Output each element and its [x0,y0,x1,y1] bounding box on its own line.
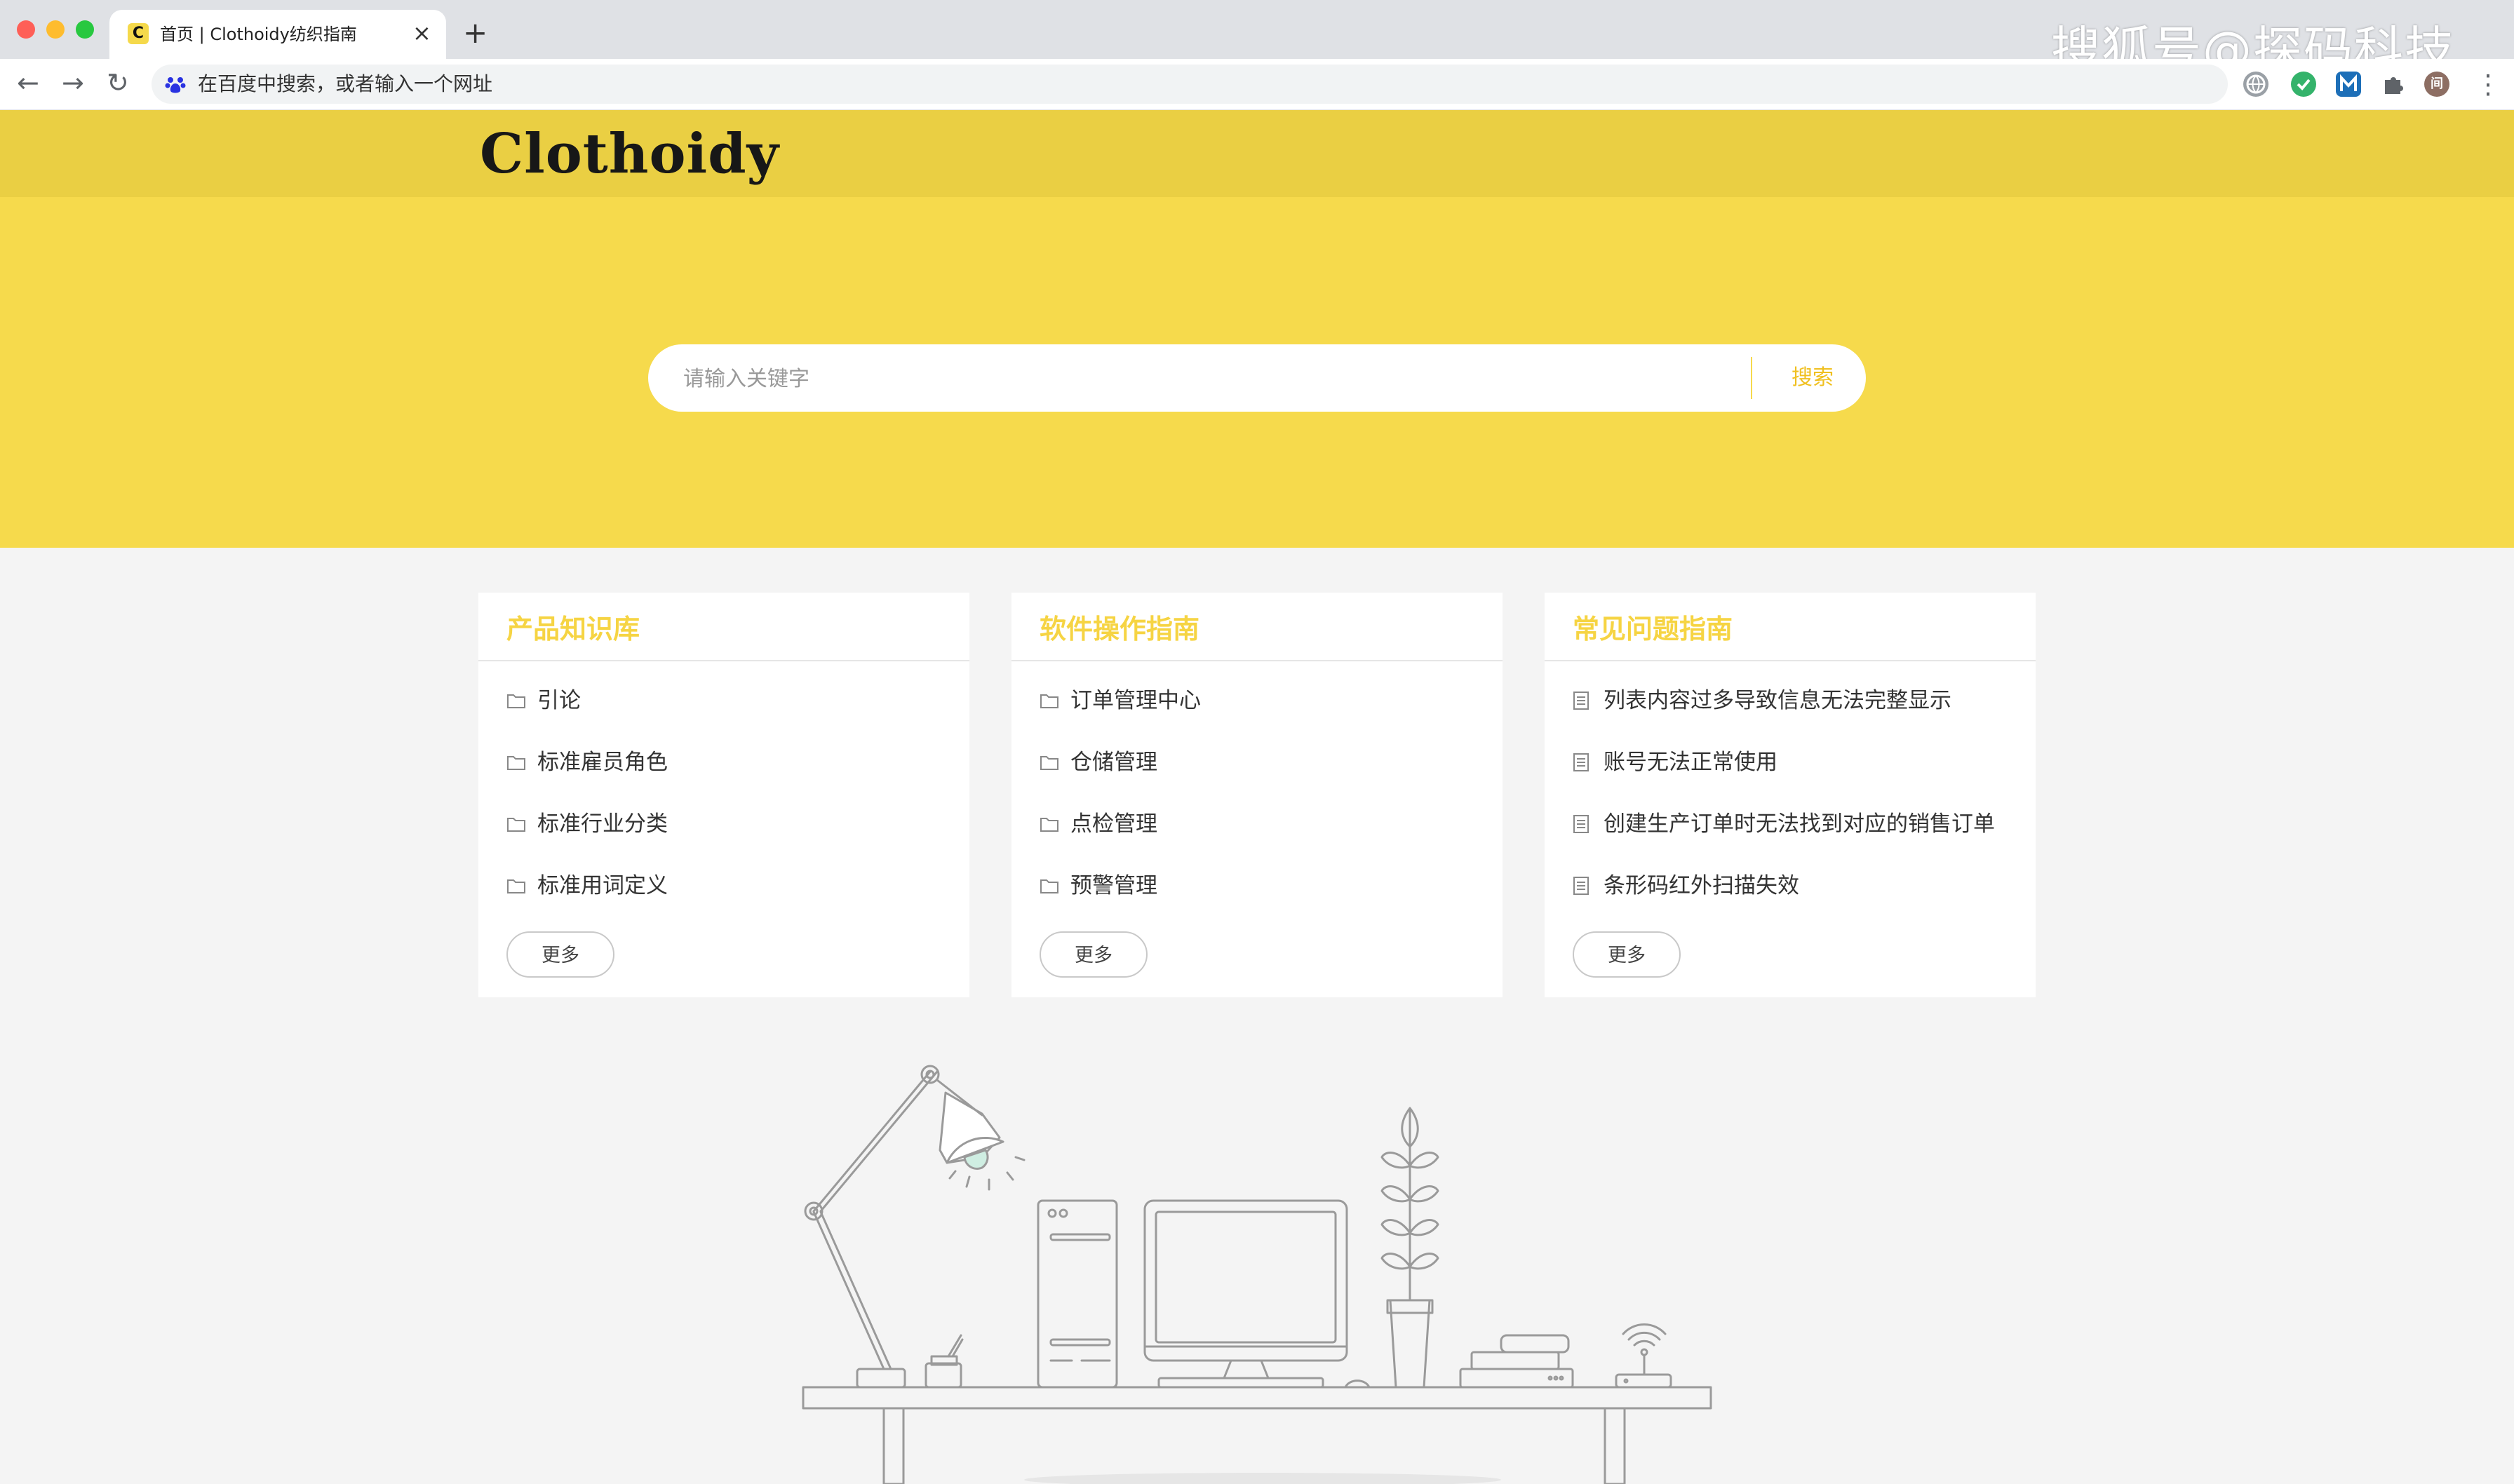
tab-close-icon[interactable]: × [412,20,431,46]
list-item-label: 点检管理 [1070,811,1157,837]
plant-icon [1380,1107,1439,1389]
list-item-label: 仓储管理 [1070,750,1157,775]
list-item[interactable]: 标准行业分类 [506,806,668,868]
wifi-router-icon [1615,1323,1672,1389]
document-icon [1573,806,1604,842]
folder-icon [506,806,537,842]
m-extension-icon[interactable] [2336,72,2361,97]
list-item[interactable]: 引论 [506,682,668,744]
list-item-label: 标准行业分类 [537,811,668,837]
search-divider [1751,357,1752,399]
card-software-guide: 软件操作指南 订单管理中心 仓储管理 点检管理 预警管理 更多 [1011,593,1503,997]
list-item[interactable]: 条形码红外扫描失效 [1573,868,1995,929]
list-item[interactable]: 订单管理中心 [1040,682,1201,744]
avatar[interactable]: 间 [2424,72,2449,97]
list-item[interactable]: 列表内容过多导致信息无法完整显示 [1573,682,1995,744]
globe-icon[interactable] [2243,72,2268,97]
pen-holder-icon [925,1334,964,1389]
browser-tab-strip: C 首页 | Clothoidy纺织指南 × + 搜狐号@探码科技 [0,0,2514,79]
folder-icon [506,744,537,781]
puzzle-icon[interactable] [2381,72,2406,97]
site-header [0,110,2514,197]
baidu-paw-icon [164,73,187,95]
puzzle-icon-svg [2385,77,2403,94]
folder-icon [506,682,537,719]
list-item[interactable]: 标准雇员角色 [506,744,668,806]
globe-icon-svg [2246,74,2266,94]
list-item[interactable]: 预警管理 [1040,868,1201,929]
folder-icon [1040,682,1070,719]
document-icon [1573,744,1604,781]
search-input[interactable] [682,360,1667,398]
address-bar-text: 在百度中搜索，或者输入一个网址 [198,72,493,95]
pc-tower-icon [1037,1199,1118,1389]
monitor-icon [1143,1199,1371,1389]
list-item-label: 标准用词定义 [537,873,668,898]
card-title: 软件操作指南 [1040,614,1200,645]
card-faq-guide: 常见问题指南 列表内容过多导致信息无法完整显示 账号无法正常使用 创建生产订单时… [1545,593,2036,997]
list-item[interactable]: 点检管理 [1040,806,1201,868]
forward-arrow-icon[interactable]: → [62,67,84,98]
browser-menu-icon[interactable]: ⋮ [2475,69,2501,100]
desk-leg-right [1604,1407,1626,1484]
browser-tab[interactable]: C 首页 | Clothoidy纺织指南 × [109,10,446,59]
tab-title: 首页 | Clothoidy纺织指南 [160,25,357,44]
more-button[interactable]: 更多 [506,931,614,978]
site-logo[interactable]: Clothoidy [480,119,779,189]
list-item[interactable]: 标准用词定义 [506,868,668,929]
m-extension-icon-svg [2340,74,2357,91]
folder-icon [506,868,537,904]
folder-icon [1040,868,1070,904]
site-favicon-icon: C [128,23,149,44]
books-icon [1459,1334,1574,1389]
shield-check-icon-svg [2297,79,2311,90]
card-divider [1011,660,1503,661]
back-arrow-icon[interactable]: ← [17,67,39,98]
list-item-label: 标准雇员角色 [537,750,668,775]
list-item-label: 账号无法正常使用 [1604,750,1777,775]
card-title: 产品知识库 [506,614,640,645]
card-divider [478,660,969,661]
desk-illustration [802,1065,1712,1484]
list-item-label: 创建生产订单时无法找到对应的销售订单 [1604,811,1995,837]
maximize-window-button[interactable] [76,20,94,39]
search-bar: 搜索 [648,344,1866,412]
search-button[interactable]: 搜索 [1770,357,1855,399]
shield-check-icon[interactable] [2291,72,2316,97]
list-item-label: 引论 [537,688,581,713]
more-button[interactable]: 更多 [1573,931,1681,978]
list-item[interactable]: 仓储管理 [1040,744,1201,806]
list-item-label: 条形码红外扫描失效 [1604,873,1799,898]
document-icon [1573,682,1604,719]
baidu-paw-icon-svg [165,77,186,93]
new-tab-button[interactable]: + [463,15,488,50]
desk-top [802,1386,1712,1410]
list-item-label: 预警管理 [1070,873,1157,898]
list-item[interactable]: 创建生产订单时无法找到对应的销售订单 [1573,806,1995,868]
list-item-label: 订单管理中心 [1070,688,1201,713]
address-bar[interactable]: 在百度中搜索，或者输入一个网址 [152,65,2228,104]
folder-icon [1040,806,1070,842]
document-icon [1573,868,1604,904]
close-window-button[interactable] [17,20,35,39]
list-item-label: 列表内容过多导致信息无法完整显示 [1604,688,1951,713]
desk-leg-left [882,1407,905,1484]
lamp-icon [804,1065,1026,1389]
more-button[interactable]: 更多 [1040,931,1148,978]
folder-icon [1040,744,1070,781]
card-product-knowledge: 产品知识库 引论 标准雇员角色 标准行业分类 标准用词定义 更多 [478,593,969,997]
card-title: 常见问题指南 [1573,614,1733,645]
minimize-window-button[interactable] [46,20,65,39]
desk-shadow [1024,1473,1501,1484]
browser-toolbar: ← → ↻ 在百度中搜索，或者输入一个网址 间 ⋮ [0,59,2514,110]
list-item[interactable]: 账号无法正常使用 [1573,744,1995,806]
card-divider [1545,660,2036,661]
reload-icon[interactable]: ↻ [107,67,129,98]
